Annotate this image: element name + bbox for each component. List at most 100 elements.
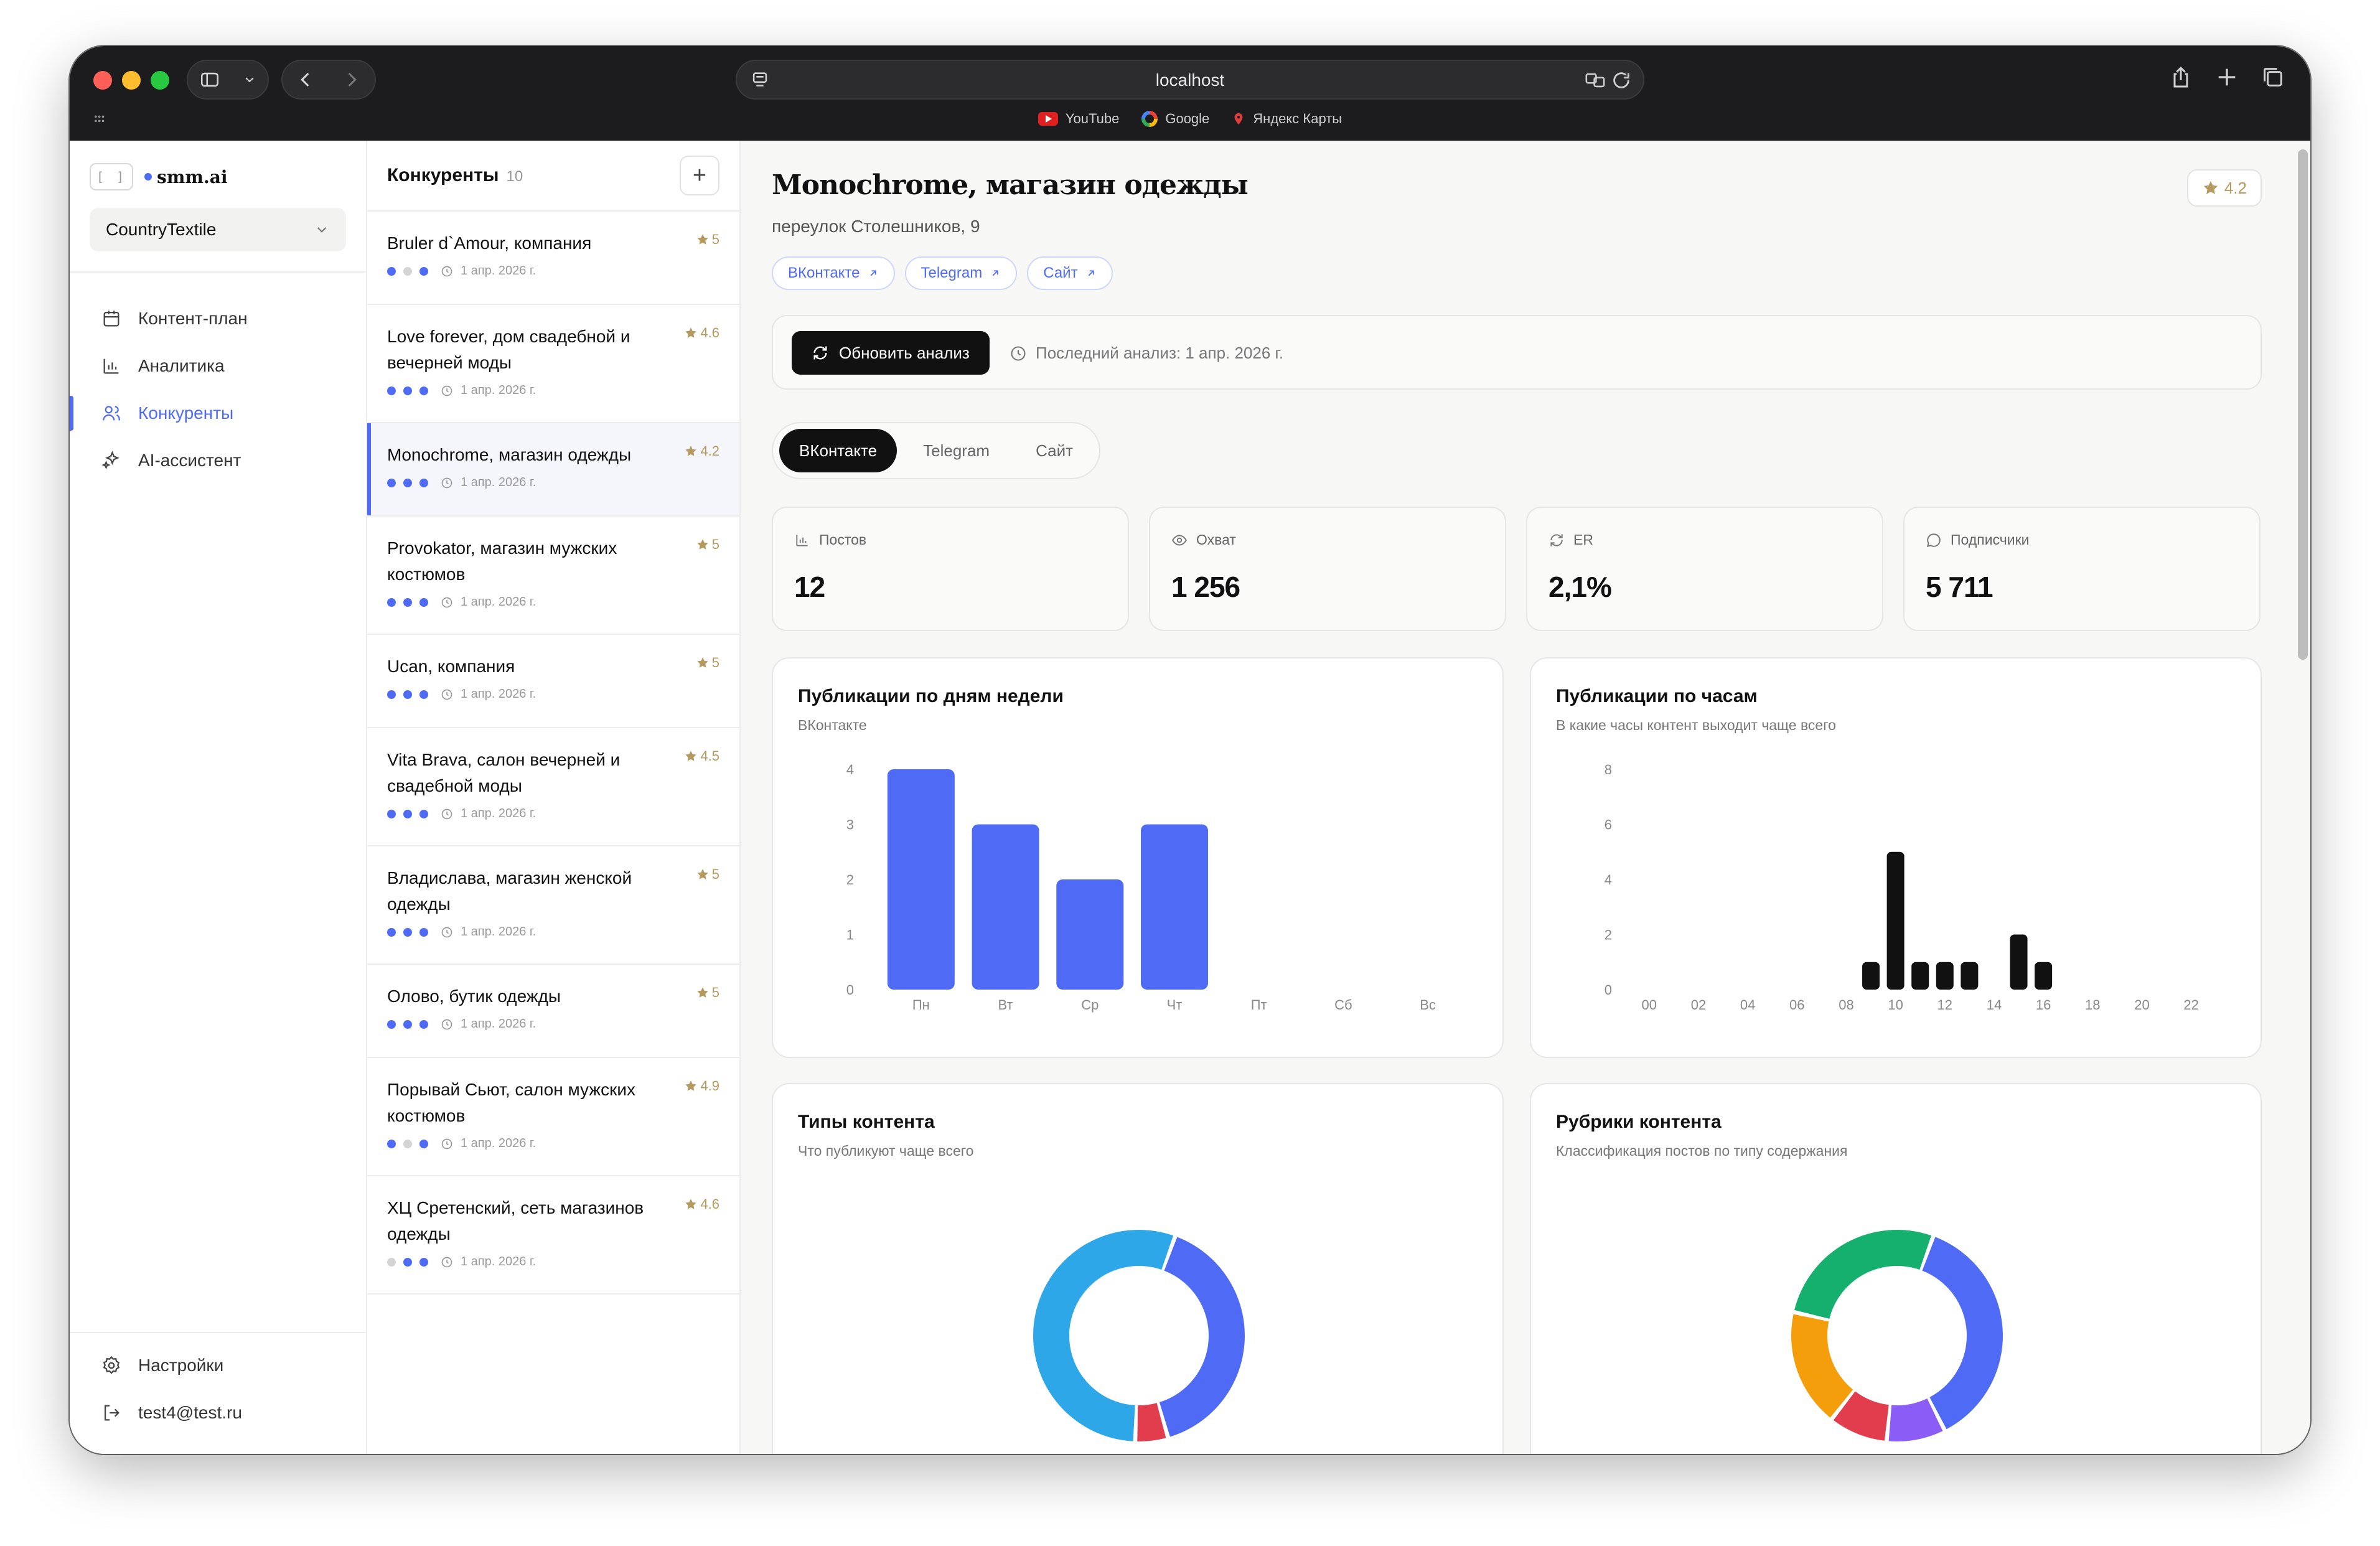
platform-tabs: ВКонтакте Telegram Сайт [772,422,1101,479]
tab-vkontakte[interactable]: ВКонтакте [779,429,897,472]
logout-icon [104,1405,119,1421]
close-window-button[interactable] [93,71,112,90]
tab-website[interactable]: Сайт [1016,429,1093,472]
competitor-list-header: Конкуренты 10 + [367,141,739,212]
list-item[interactable]: Олово, бутик одежды 5 1 апр. 2026 г. [367,965,739,1058]
last-analysis: Последний анализ: 1 апр. 2026 г. [1010,344,1283,363]
add-competitor-button[interactable]: + [680,156,719,195]
platform-status-dot [387,809,396,818]
reload-icon[interactable] [1611,70,1632,91]
x-tick-label: Ср [1081,997,1099,1013]
competitor-name: Ucan, компания [387,657,515,676]
stat-card-er: ER 2,1% [1526,507,1883,631]
list-item[interactable]: Love forever, дом свадебной и вечерней м… [367,305,739,423]
last-analysis-text: Последний анализ: 1 апр. 2026 г. [1036,344,1284,362]
list-item[interactable]: Владислава, магазин женской одежды 5 1 апр… [367,846,739,965]
rubrics-donut-chart [1791,1230,2003,1441]
donut-slice [1922,1237,2003,1430]
stat-card-reach: Охват 1 256 [1149,507,1506,631]
sidebar-item-ai-assistant[interactable]: AI-ассистент [70,437,367,484]
link-telegram[interactable]: Telegram [904,256,1018,290]
sidebar-item-label: Конкуренты [138,403,234,423]
sidebar-item-competitors[interactable]: Конкуренты [70,390,367,437]
tab-telegram[interactable]: Telegram [903,429,1010,472]
platform-status-dot [387,1019,396,1029]
competitor-meta: 1 апр. 2026 г. [387,925,719,939]
bookmark-yandex-maps[interactable]: Яндекс Карты [1232,111,1342,127]
bookmark-google[interactable]: Google [1141,111,1209,127]
competitor-rating: 4.5 [684,748,719,764]
list-item[interactable]: Порывай Сьют, салон мужских костюмов 4.9 1… [367,1058,739,1176]
platform-status-dot [387,1257,396,1267]
competitor-rating: 5 [696,655,719,671]
link-website[interactable]: Сайт [1027,256,1113,290]
competitor-date: 1 апр. 2026 г. [461,807,536,820]
translate-icon[interactable] [1585,70,1606,91]
rating-badge: 4.2 [2186,169,2262,207]
minimize-window-button[interactable] [122,71,141,90]
platform-status-dot [419,1019,428,1029]
competitor-date: 1 апр. 2026 г. [461,476,536,489]
page-title: Monochrome, магазин одежды [772,169,1249,201]
chevron-down-icon [317,227,327,233]
competitor-name: Provokator, магазин мужских костюмов [387,538,617,584]
sidebar-item-analytics[interactable]: Аналитика [70,342,367,390]
tabs-overview-icon[interactable] [2261,65,2285,90]
workspace-selector[interactable]: CountryTextile [90,208,346,251]
list-item[interactable]: Bruler d`Amour, компания 5 1 апр. 2026 г. [367,212,739,305]
new-tab-icon[interactable] [2214,65,2239,90]
logo[interactable]: [ ] smm.ai [90,163,228,190]
platform-status-dot [419,1257,428,1267]
list-item[interactable]: Monochrome, магазин одежды 4.2 1 апр. 2026… [367,423,739,517]
maximize-window-button[interactable] [151,71,169,90]
stat-label-wrap: Подписчики [1926,532,2030,548]
list-item[interactable]: Provokator, магазин мужских костюмов 5 1 а… [367,517,739,635]
sidebar-item-settings[interactable]: Настройки [70,1342,367,1389]
scrollbar[interactable] [2298,149,2308,660]
sidebar-item-content-plan[interactable]: Контент-план [70,295,367,342]
sidebar-item-label: AI-ассистент [138,451,241,470]
sidebar-collapse-icon[interactable]: [ ] [90,163,133,190]
back-icon[interactable] [295,69,316,90]
youtube-icon [1038,112,1058,126]
share-icon[interactable] [2168,65,2193,90]
bar [2010,934,2028,990]
sidebar: [ ] smm.ai CountryTextile Контент-план А… [70,141,367,1454]
refresh-analysis-button[interactable]: Обновить анализ [792,331,990,375]
bar [1141,824,1208,990]
logo-text: smm.ai [157,166,228,187]
platform-status-dot [387,478,396,487]
competitor-meta: 1 апр. 2026 г. [387,1017,719,1031]
list-item[interactable]: Ucan, компания 5 1 апр. 2026 г. [367,635,739,728]
y-tick-label: 0 [846,982,854,998]
competitor-name: Monochrome, магазин одежды [387,445,632,464]
y-tick-label: 2 [846,872,854,888]
bar-chart-icon [796,534,808,546]
star-icon [685,1080,697,1091]
list-item[interactable]: Vita Brava, салон вечерней и свадебной м… [367,728,739,846]
star-icon [697,539,708,550]
star-icon [685,751,697,761]
competitor-meta: 1 апр. 2026 г. [387,383,719,398]
address-bar[interactable]: localhost [736,60,1644,100]
list-item[interactable]: ХЦ Сретенский, сеть магазинов одежды 4.6 1… [367,1176,739,1295]
address: переулок Столешников, 9 [772,217,980,236]
x-tick-label: 02 [1691,997,1706,1013]
bar [1961,962,1979,990]
platform-status-dot [403,1019,412,1029]
sidebar-toggle-button[interactable] [187,60,269,100]
rating-value: 4.9 [700,1078,719,1094]
x-tick-label: Пт [1251,997,1267,1013]
x-tick-label: Вс [1420,997,1436,1013]
forward-icon[interactable] [341,69,362,90]
stat-label: ER [1573,532,1593,548]
competitor-name: ХЦ Сретенский, сеть магазинов одежды [387,1198,644,1244]
logout-button[interactable]: test4@test.ru [70,1389,367,1436]
competitor-date: 1 апр. 2026 г. [461,1255,536,1268]
competitor-name: Bruler d`Amour, компания [387,233,592,253]
bookmark-youtube[interactable]: YouTube [1038,111,1119,127]
link-vkontakte[interactable]: ВКонтакте [772,256,895,290]
external-links: ВКонтакте Telegram Сайт [772,256,1113,290]
content-types-donut-chart [1033,1230,1245,1441]
competitor-rating: 5 [696,232,719,248]
